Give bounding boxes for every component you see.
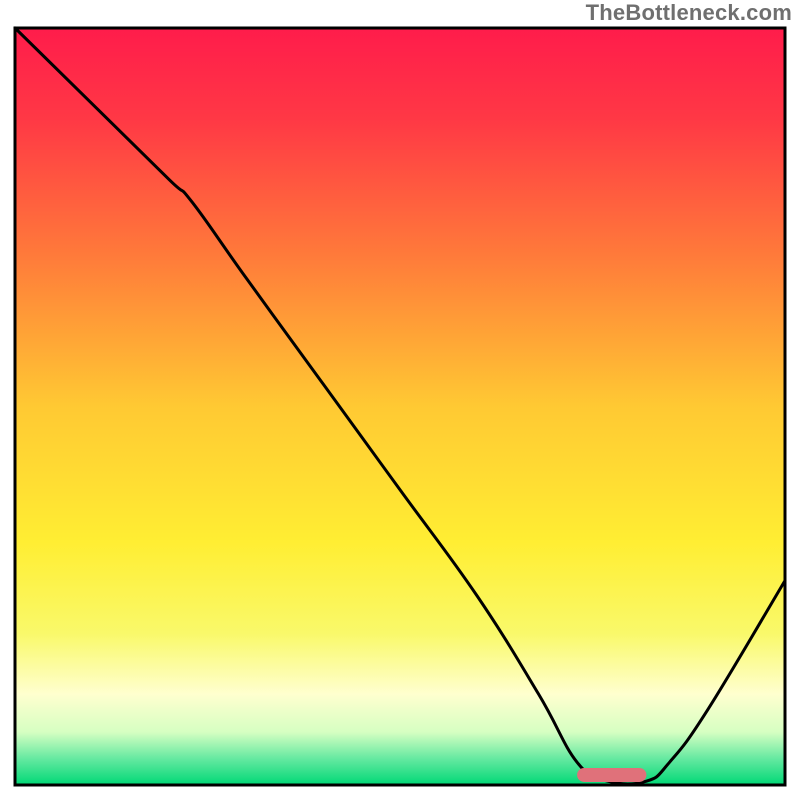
bottleneck-chart: TheBottleneck.com [0, 0, 800, 800]
optimal-range-marker [577, 768, 646, 782]
chart-svg [0, 0, 800, 800]
watermark-text: TheBottleneck.com [586, 0, 792, 26]
